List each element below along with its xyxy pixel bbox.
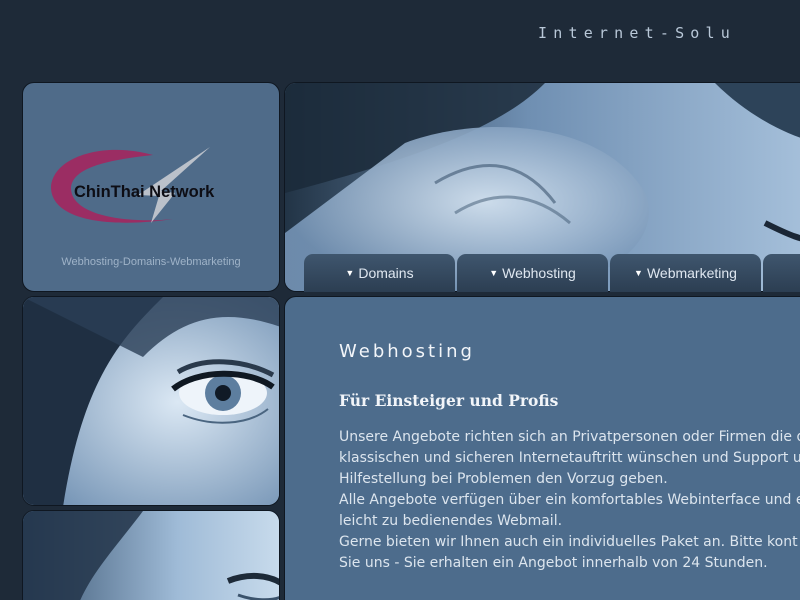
- logo-text: ChinThai Network: [74, 183, 215, 201]
- nav-tab-label: Webmarketing: [646, 265, 737, 281]
- nav-tab-more[interactable]: [763, 254, 800, 292]
- dropdown-triangle-icon: ▼: [634, 268, 643, 278]
- text-line: Hilfestellung bei Problemen den Vorzug g…: [339, 471, 668, 487]
- dropdown-triangle-icon: ▼: [345, 268, 355, 278]
- main-nav: ▼ Domains ▼ Webhosting ▼ Webmarketing: [304, 254, 800, 292]
- nav-tab-domains[interactable]: ▼ Domains: [304, 254, 455, 292]
- face-image-2: [22, 510, 280, 600]
- logo-subtitle: Webhosting-Domains-Webmarketing: [61, 256, 241, 268]
- nav-tab-webhosting[interactable]: ▼ Webhosting: [457, 254, 608, 292]
- text-line: Alle Angebote verfügen über ein komforta…: [339, 492, 800, 508]
- page-title: Webhosting: [339, 341, 475, 362]
- text-line: Unsere Angebote richten sich an Privatpe…: [339, 429, 800, 445]
- face-image-1: [22, 296, 280, 506]
- text-line: Sie uns - Sie erhalten ein Angebot inner…: [339, 555, 768, 571]
- nav-tab-webmarketing[interactable]: ▼ Webmarketing: [610, 254, 761, 292]
- dropdown-triangle-icon: ▼: [489, 268, 499, 278]
- content-text: Unsere Angebote richten sich an Privatpe…: [339, 427, 800, 574]
- nav-tab-label: Domains: [358, 265, 414, 281]
- text-line: klassischen und sicheren Internetauftrit…: [339, 450, 800, 466]
- face-photo-2: [23, 511, 279, 600]
- text-line: Gerne bieten wir Ihnen auch ein individu…: [339, 534, 798, 550]
- page: Internet-Solu ChinThai Network Webhostin…: [0, 0, 800, 600]
- face-photo-1: [23, 297, 279, 505]
- content-panel: Webhosting Für Einsteiger und Profis Uns…: [284, 296, 800, 600]
- page-subtitle: Für Einsteiger und Profis: [339, 391, 559, 410]
- site-tagline: Internet-Solu: [538, 24, 736, 42]
- nav-tab-label: Webhosting: [502, 265, 576, 281]
- logo-panel[interactable]: ChinThai Network Webhosting-Domains-Webm…: [22, 82, 280, 292]
- text-line: leicht zu bedienendes Webmail.: [339, 513, 563, 529]
